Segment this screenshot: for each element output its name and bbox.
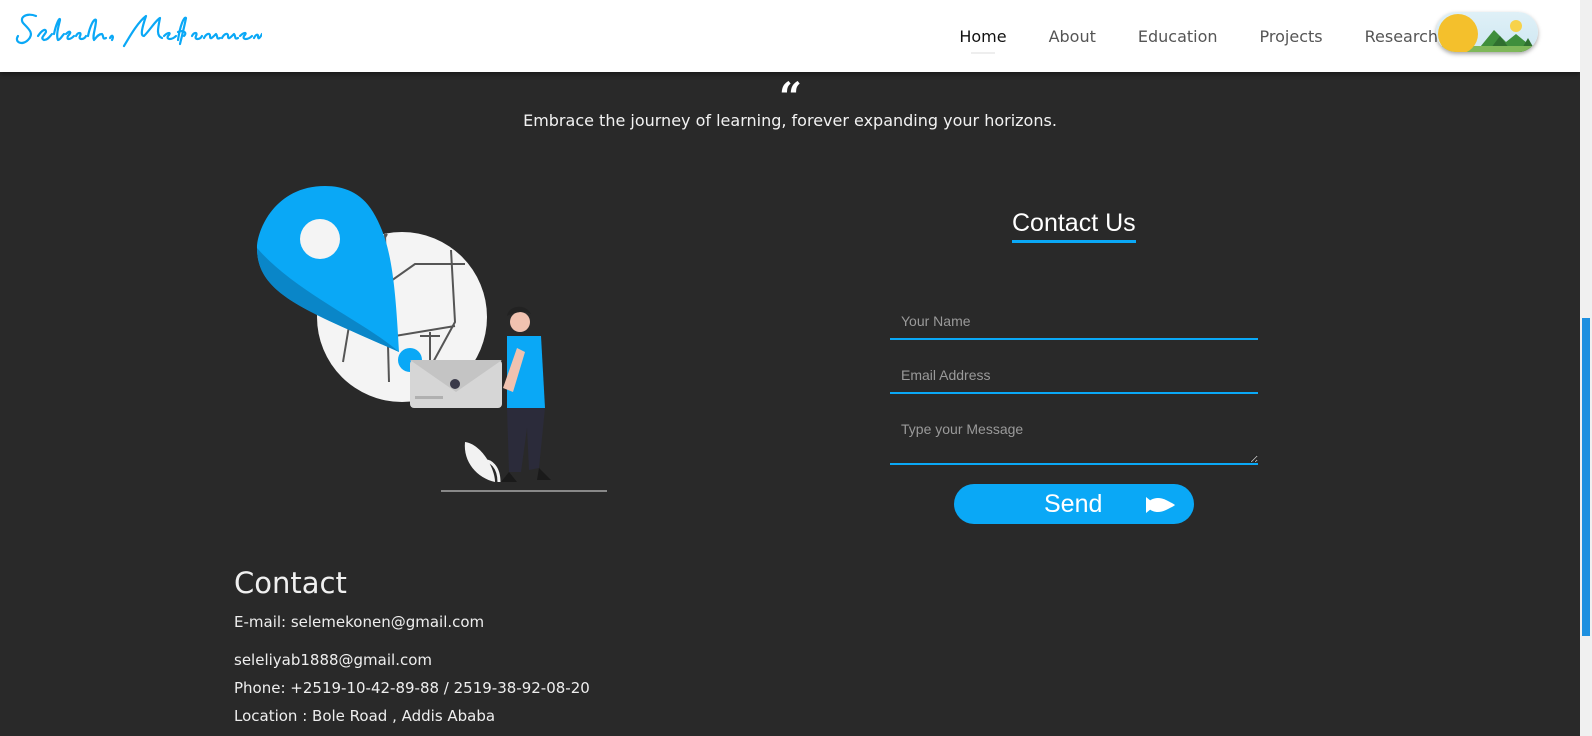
nav-menu: Home About Education Projects Research <box>917 0 1438 72</box>
signature-logo[interactable] <box>12 6 262 50</box>
paper-plane-icon <box>1146 497 1175 513</box>
contact-email-secondary: seleliyab1888@gmail.com <box>234 651 433 669</box>
quote-text: Embrace the journey of learning, forever… <box>523 111 1057 130</box>
send-button[interactable]: Send <box>954 484 1194 524</box>
nav-link-education[interactable]: Education <box>1138 27 1218 46</box>
theme-toggle[interactable] <box>1436 12 1538 52</box>
page-scrollbar[interactable] <box>1580 0 1592 736</box>
contact-illustration <box>257 186 607 492</box>
contact-form-title: Contact Us <box>1012 209 1136 243</box>
nav-link-about[interactable]: About <box>1049 27 1096 46</box>
sun-icon <box>1438 14 1478 52</box>
message-textarea[interactable] <box>890 411 1258 465</box>
contact-phone: Phone: +2519-10-42-89-88 / 2519-38-92-08… <box>234 679 590 697</box>
nav-link-research[interactable]: Research <box>1365 27 1438 46</box>
scrollbar-thumb[interactable] <box>1582 318 1590 636</box>
contact-location: Location : Bole Road , Addis Ababa <box>234 707 496 725</box>
contact-email-primary: E-mail: selemekonen@gmail.com <box>234 613 485 631</box>
navbar: Home About Education Projects Research <box>0 0 1580 72</box>
name-input[interactable] <box>890 304 1258 340</box>
nav-link-projects[interactable]: Projects <box>1260 27 1323 46</box>
send-button-label: Send <box>1044 490 1103 518</box>
contact-heading: Contact <box>234 566 347 600</box>
email-input[interactable] <box>890 357 1258 394</box>
nav-link-home[interactable]: Home <box>959 27 1007 54</box>
